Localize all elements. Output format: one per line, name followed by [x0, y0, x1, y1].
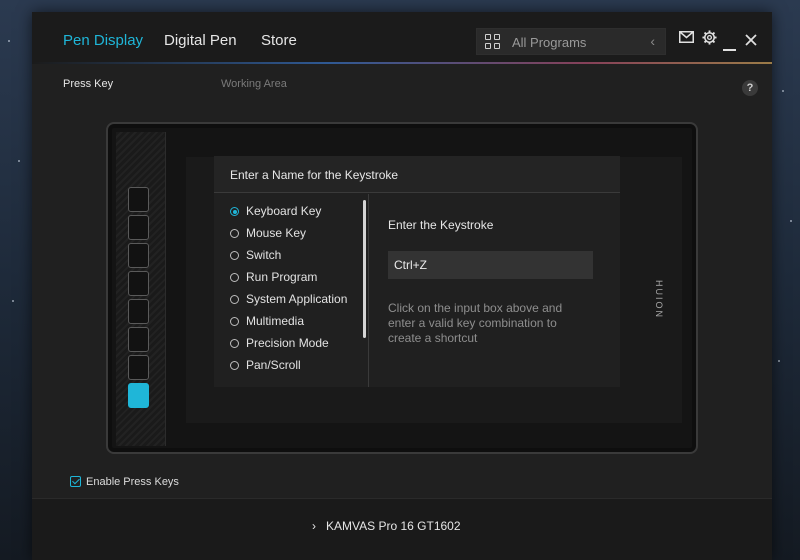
press-key-6[interactable] [128, 327, 149, 352]
radio-icon [230, 361, 239, 370]
device-selector[interactable]: › KAMVAS Pro 16 GT1602 [312, 519, 461, 533]
gear-icon[interactable] [702, 30, 717, 48]
option-label: System Application [246, 292, 348, 306]
press-key-3[interactable] [128, 243, 149, 268]
star [778, 360, 780, 362]
option-mouse-key[interactable]: Mouse Key [230, 226, 306, 244]
top-bar: Pen Display Digital Pen Store All Progra… [32, 12, 772, 64]
star [782, 90, 784, 92]
press-key-1[interactable] [128, 187, 149, 212]
option-label: Run Program [246, 270, 318, 284]
checkbox-checked-icon [70, 476, 81, 487]
dialog-title: Enter a Name for the Keystroke [214, 156, 620, 193]
star [8, 40, 10, 42]
radio-icon [230, 273, 239, 282]
program-select[interactable]: All Programs ‹ [476, 28, 666, 55]
chevron-left-icon: ‹ [650, 33, 655, 49]
press-key-8[interactable] [128, 383, 149, 408]
subnav-press-key[interactable]: Press Key [63, 78, 113, 90]
tab-store[interactable]: Store [261, 32, 297, 49]
press-keys-panel [116, 132, 166, 446]
star [790, 220, 792, 222]
device-name-label: KAMVAS Pro 16 GT1602 [326, 519, 461, 533]
minimize-icon[interactable] [723, 39, 736, 54]
tab-pen-display[interactable]: Pen Display [63, 32, 143, 49]
keystroke-dialog: Enter a Name for the Keystroke Keyboard … [214, 156, 620, 387]
help-icon[interactable]: ? [742, 80, 758, 96]
close-icon[interactable] [745, 34, 757, 49]
option-run-program[interactable]: Run Program [230, 270, 317, 288]
option-label: Switch [246, 248, 282, 262]
option-label: Pan/Scroll [246, 358, 301, 372]
enable-press-keys-label: Enable Press Keys [86, 476, 179, 488]
star [18, 160, 20, 162]
option-system-application[interactable]: System Application [230, 292, 347, 310]
keystroke-hint: Click on the input box above and enter a… [388, 301, 563, 345]
grid-icon [485, 34, 501, 50]
brand-logo: HUION [654, 280, 664, 319]
radio-icon [230, 317, 239, 326]
chevron-right-icon: › [312, 519, 316, 533]
radio-icon [230, 295, 239, 304]
mail-icon[interactable] [679, 31, 694, 46]
radio-icon [230, 339, 239, 348]
option-label: Precision Mode [246, 336, 329, 350]
program-select-label: All Programs [512, 35, 587, 50]
option-multimedia[interactable]: Multimedia [230, 314, 304, 332]
option-label: Keyboard Key [246, 204, 322, 218]
press-key-2[interactable] [128, 215, 149, 240]
enable-press-keys-checkbox[interactable]: Enable Press Keys [70, 476, 179, 488]
option-precision-mode[interactable]: Precision Mode [230, 336, 329, 354]
star [12, 300, 14, 302]
radio-icon [230, 251, 239, 260]
option-list-scrollbar[interactable] [363, 200, 366, 338]
dialog-divider [368, 194, 369, 387]
keystroke-title: Enter the Keystroke [388, 218, 494, 232]
option-list: Keyboard Key Mouse Key Switch Run Progra… [214, 194, 366, 387]
subnav-working-area[interactable]: Working Area [221, 78, 287, 90]
option-label: Multimedia [246, 314, 305, 328]
option-keyboard-key[interactable]: Keyboard Key [230, 204, 321, 222]
press-key-4[interactable] [128, 271, 149, 296]
keystroke-input[interactable] [388, 251, 593, 279]
option-switch[interactable]: Switch [230, 248, 281, 266]
radio-icon [230, 229, 239, 238]
app-window: Pen Display Digital Pen Store All Progra… [32, 12, 772, 560]
option-pan-scroll[interactable]: Pan/Scroll [230, 358, 301, 376]
option-label: Mouse Key [246, 226, 307, 240]
tab-digital-pen[interactable]: Digital Pen [164, 32, 237, 49]
radio-selected-icon [230, 207, 239, 216]
press-key-5[interactable] [128, 299, 149, 324]
footer-bar: › KAMVAS Pro 16 GT1602 [32, 498, 772, 560]
press-key-7[interactable] [128, 355, 149, 380]
